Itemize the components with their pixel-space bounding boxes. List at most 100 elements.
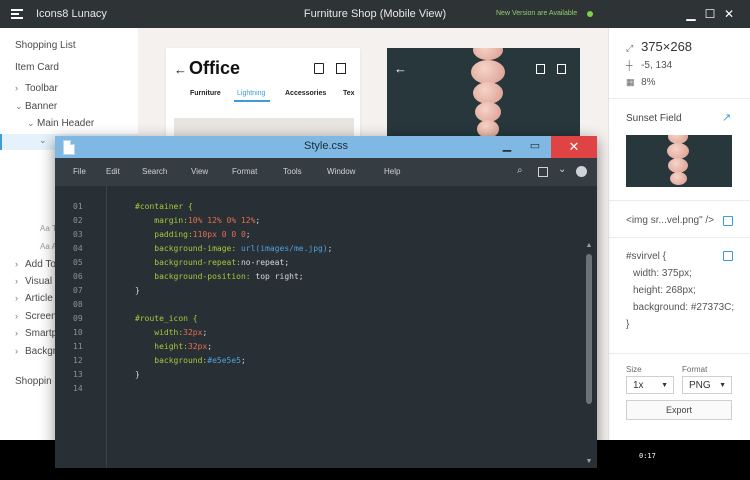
- code-token: margin:: [135, 216, 188, 225]
- code-token: ;: [255, 216, 261, 225]
- bookmark-icon: [314, 63, 324, 74]
- chevron-right-icon[interactable]: ›: [15, 328, 25, 338]
- chevron-right-icon[interactable]: ›: [15, 276, 25, 286]
- layer-item-card[interactable]: Item Card: [15, 62, 59, 73]
- artboard-photo[interactable]: ←: [387, 48, 580, 138]
- code-token: 110px 0 0 0: [192, 230, 246, 239]
- artboard-office-title: Office: [189, 58, 241, 78]
- code-line[interactable]: #route_icon {: [135, 314, 198, 323]
- export-format-select[interactable]: PNG ▼: [682, 376, 732, 394]
- close-button[interactable]: ✕: [721, 6, 737, 22]
- css-editor-window[interactable]: Style.css ▁ ▭ ✕ File Edit Search View Fo…: [55, 136, 597, 468]
- video-timer: 0:17: [639, 452, 656, 460]
- maximize-button[interactable]: ☐: [702, 6, 718, 22]
- scroll-thumb[interactable]: [586, 254, 592, 404]
- code-token: ;: [327, 244, 333, 253]
- line-number: 03: [73, 230, 83, 239]
- chevron-down-icon[interactable]: ⌄: [27, 118, 37, 129]
- chevron-right-icon[interactable]: ›: [15, 346, 25, 356]
- line-number: 07: [73, 286, 83, 295]
- line-number: 05: [73, 258, 83, 267]
- search-icon[interactable]: ⌕: [517, 165, 523, 176]
- divider: [609, 237, 750, 238]
- code-line[interactable]: background-image: url(images/me.jpg);: [135, 244, 333, 253]
- office-tab: Accessories: [285, 90, 327, 97]
- layer-add-to[interactable]: › Add To: [15, 259, 56, 270]
- artboard-office[interactable]: ← Office Furniture Lightning Accessories…: [166, 48, 360, 138]
- code-line[interactable]: height:32px;: [135, 342, 212, 351]
- editor-minimize-button[interactable]: ▁: [497, 136, 517, 158]
- line-number-gutter: 01 02 03 04 05 06 07 08 09 10 11 12 13 14: [55, 186, 107, 468]
- export-size-value: 1x: [633, 380, 644, 391]
- chevron-right-icon[interactable]: ›: [15, 293, 25, 303]
- menu-file[interactable]: File: [73, 167, 86, 176]
- code-token: 32px: [187, 342, 208, 351]
- img-code-snippet: <img sr...vel.png" />: [626, 215, 715, 226]
- artboard-product-image: [174, 118, 354, 138]
- code-line[interactable]: }: [135, 286, 140, 295]
- code-line[interactable]: padding:110px 0 0 0;: [135, 230, 250, 239]
- line-number: 12: [73, 356, 83, 365]
- layer-screen[interactable]: › Screen: [15, 311, 57, 322]
- scroll-down-icon[interactable]: ▼: [585, 458, 593, 465]
- layer-label: Article: [25, 293, 53, 304]
- editor-scrollbar[interactable]: ▲ ▼: [585, 242, 593, 468]
- menu-format[interactable]: Format: [232, 167, 257, 176]
- copy-icon[interactable]: [723, 216, 733, 226]
- menu-help[interactable]: Help: [384, 167, 400, 176]
- code-editor[interactable]: 01 02 03 04 05 06 07 08 09 10 11 12 13 14 #container …: [55, 186, 597, 468]
- opacity-value[interactable]: 8%: [641, 77, 655, 88]
- code-token: }: [135, 286, 140, 295]
- minimize-button[interactable]: ▁: [683, 6, 699, 22]
- external-link-icon[interactable]: ↗: [722, 111, 731, 124]
- profile-icon[interactable]: [576, 166, 587, 177]
- update-notice[interactable]: New Version are Available: [496, 10, 577, 17]
- chevron-down-icon[interactable]: ⌄: [15, 101, 25, 112]
- divider: [609, 200, 750, 201]
- fill-thumbnail[interactable]: [626, 135, 732, 187]
- css-height: height: 268px;: [633, 285, 696, 296]
- menu-edit[interactable]: Edit: [106, 167, 120, 176]
- code-line[interactable]: margin:10% 12% 0% 12%;: [135, 216, 260, 225]
- chevron-down-icon[interactable]: ⌄: [39, 135, 49, 146]
- position-value[interactable]: -5, 134: [641, 60, 672, 71]
- chevron-right-icon[interactable]: ›: [15, 83, 25, 93]
- layer-main-header[interactable]: ⌄ Main Header: [27, 118, 94, 129]
- copy-icon[interactable]: [723, 251, 733, 261]
- line-number: 06: [73, 272, 83, 281]
- code-token: padding:: [135, 230, 193, 239]
- layer-article[interactable]: › Article: [15, 293, 53, 304]
- layer-visual[interactable]: › Visual: [15, 276, 52, 287]
- export-size-select[interactable]: 1x ▼: [626, 376, 674, 394]
- size-value[interactable]: 375×268: [641, 39, 692, 54]
- bag-icon: [336, 63, 346, 74]
- chevron-right-icon[interactable]: ›: [15, 259, 25, 269]
- layer-background[interactable]: › Backgr: [15, 346, 56, 357]
- chevron-right-icon[interactable]: ›: [15, 311, 25, 321]
- layer-toolbar[interactable]: › Toolbar: [15, 83, 58, 94]
- layer-smartphone[interactable]: › Smartp: [15, 328, 57, 339]
- editor-titlebar[interactable]: Style.css ▁ ▭ ✕: [55, 136, 597, 158]
- code-line[interactable]: width:32px;: [135, 328, 207, 337]
- code-line[interactable]: background-repeat:no-repeat;: [135, 258, 289, 267]
- layer-banner[interactable]: ⌄ Banner: [15, 101, 57, 112]
- layer-shopping-list[interactable]: Shopping List: [15, 40, 76, 51]
- scroll-up-icon[interactable]: ▲: [585, 242, 593, 249]
- menu-window[interactable]: Window: [327, 167, 355, 176]
- menu-search[interactable]: Search: [142, 167, 167, 176]
- code-line[interactable]: background-position: top right;: [135, 272, 303, 281]
- line-number: 04: [73, 244, 83, 253]
- code-line[interactable]: }: [135, 370, 140, 379]
- editor-close-button[interactable]: ✕: [551, 136, 597, 158]
- layer-selected-group[interactable]: ⌄: [39, 135, 49, 146]
- css-background: background: #27373C;: [633, 302, 735, 313]
- code-line[interactable]: #container {: [135, 202, 193, 211]
- editor-maximize-button[interactable]: ▭: [525, 136, 545, 158]
- panel-toggle-icon[interactable]: [538, 167, 548, 177]
- menu-view[interactable]: View: [191, 167, 208, 176]
- code-line[interactable]: background:#e5e5e5;: [135, 356, 246, 365]
- chevron-down-icon[interactable]: ⌄: [558, 164, 566, 175]
- export-button[interactable]: Export: [626, 400, 732, 420]
- menu-tools[interactable]: Tools: [283, 167, 302, 176]
- layer-shopping[interactable]: Shoppin: [15, 376, 52, 387]
